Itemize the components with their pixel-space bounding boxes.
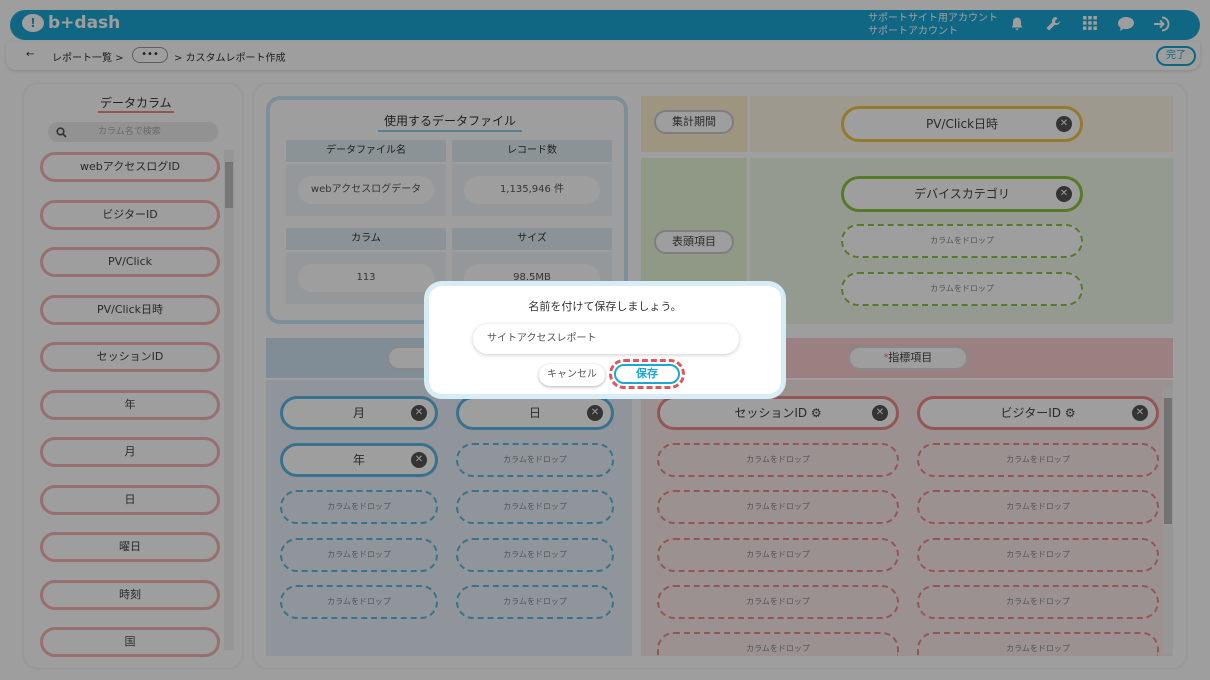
- save-dialog: 名前を付けて保存しましょう。 サイトアクセスレポート キャンセル 保存: [424, 281, 786, 399]
- report-name-input[interactable]: サイトアクセスレポート: [473, 324, 739, 354]
- dialog-title: 名前を付けて保存しましょう。: [528, 300, 682, 313]
- save-button[interactable]: 保存: [614, 364, 680, 384]
- cancel-button[interactable]: キャンセル: [539, 364, 605, 386]
- save-button-highlight: 保存: [609, 359, 685, 389]
